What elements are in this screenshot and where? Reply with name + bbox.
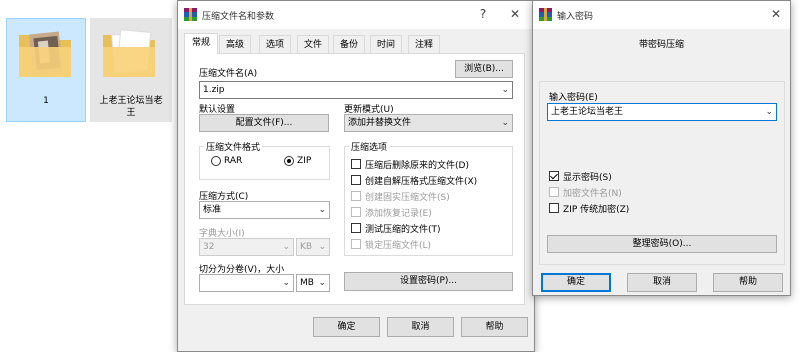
tab-options[interactable]: 选项 (259, 35, 291, 53)
archive-dialog: 压缩文件名和参数 ? ✕ 常规 高级 选项 文件 备份 时间 注释 压缩文件名(… (177, 0, 535, 352)
format-group-label: 压缩文件格式 (204, 140, 263, 153)
sfx-checkbox[interactable] (351, 175, 361, 185)
option-label: 创建固实压缩文件(S) (365, 193, 450, 203)
format-rar-label: RAR (224, 156, 243, 166)
organize-passwords-button[interactable]: 整理密码(O)... (547, 235, 777, 253)
show-password-checkbox[interactable] (549, 171, 559, 181)
option-label: 添加恢复记录(E) (365, 209, 432, 219)
browse-button[interactable]: 浏览(B)... (455, 60, 513, 78)
split-unit-select[interactable]: MB ⌄ (296, 274, 330, 292)
chevron-down-icon: ⌄ (318, 205, 326, 215)
set-password-button[interactable]: 设置密码(P)... (344, 272, 513, 291)
tab-advanced[interactable]: 高级 (219, 35, 251, 53)
password-label: 输入密码(E) (549, 93, 598, 103)
archive-name-label: 压缩文件名(A) (199, 69, 258, 79)
close-icon[interactable]: ✕ (765, 5, 787, 23)
option-label: 测试压缩的文件(T) (365, 225, 441, 235)
dict-size-select: 32 ⌄ (199, 238, 294, 256)
encrypt-names-label: 加密文件名(N) (563, 189, 622, 199)
format-zip-radio[interactable] (284, 156, 294, 166)
password-input[interactable]: 上老王论坛当老王 ⌄ (547, 103, 777, 121)
options-group-label: 压缩选项 (349, 140, 390, 153)
method-select[interactable]: 标准 ⌄ (199, 201, 330, 219)
general-panel: 压缩文件名(A) 浏览(B)... 1.zip ⌄ 默认设置 配置文件(F)..… (184, 53, 525, 305)
zip-legacy-label: ZIP 传统加密(Z) (563, 205, 630, 215)
close-icon[interactable]: ✕ (504, 5, 526, 23)
archive-name-value: 1.zip (203, 85, 225, 95)
chevron-down-icon: ⌄ (318, 242, 326, 252)
encrypt-names-checkbox (549, 187, 559, 197)
profiles-button[interactable]: 配置文件(F)... (199, 114, 329, 132)
chevron-down-icon[interactable]: ⌄ (501, 82, 509, 98)
ok-button[interactable]: 确定 (313, 317, 380, 337)
archive-dialog-titlebar[interactable]: 压缩文件名和参数 ? ✕ (178, 1, 534, 29)
solid-checkbox (351, 191, 361, 201)
file-item-1[interactable]: 1 (6, 18, 86, 122)
option-label: 锁定压缩文件(L) (365, 241, 432, 251)
tab-general[interactable]: 常规 (184, 33, 218, 54)
winrar-icon (539, 8, 552, 21)
tab-time[interactable]: 时间 (370, 35, 402, 53)
folder-icon (19, 31, 71, 77)
cancel-button[interactable]: 取消 (627, 273, 697, 292)
tab-files[interactable]: 文件 (297, 35, 329, 53)
update-mode-select[interactable]: 添加并替换文件 ⌄ (344, 114, 513, 132)
archive-dialog-title: 压缩文件名和参数 (202, 12, 275, 22)
file-item-2[interactable]: 上老王论坛当老王 (90, 18, 172, 122)
help-button[interactable]: 帮助 (461, 317, 528, 337)
file-name: 上老王论坛当老王 (99, 96, 163, 118)
password-heading: 带密码压缩 (638, 40, 684, 50)
folder-icon (103, 29, 155, 77)
tab-comment[interactable]: 注释 (408, 35, 440, 53)
chevron-down-icon: ⌄ (501, 118, 509, 128)
format-rar-radio[interactable] (211, 156, 221, 166)
cancel-button[interactable]: 取消 (387, 317, 454, 337)
dict-unit-select: KB ⌄ (296, 238, 330, 256)
format-zip-label: ZIP (297, 156, 312, 166)
option-label: 压缩后删除原来的文件(D) (365, 161, 469, 171)
show-password-label: 显示密码(S) (563, 173, 612, 183)
chevron-down-icon: ⌄ (282, 242, 290, 252)
help-icon[interactable]: ? (472, 5, 494, 23)
winrar-icon (184, 8, 197, 21)
archive-name-input[interactable]: 1.zip ⌄ (199, 81, 513, 99)
dict-size-value: 32 (203, 242, 215, 252)
zip-legacy-checkbox[interactable] (549, 203, 559, 213)
lock-archive-checkbox (351, 239, 361, 249)
split-size-input[interactable]: ⌄ (199, 274, 294, 292)
file-name: 1 (43, 96, 49, 106)
ok-button[interactable]: 确定 (541, 273, 611, 292)
dict-unit-value: KB (300, 242, 313, 252)
test-archive-checkbox[interactable] (351, 223, 361, 233)
chevron-down-icon[interactable]: ⌄ (282, 275, 290, 291)
password-dialog: 输入密码 ✕ 带密码压缩 输入密码(E) 上老王论坛当老王 ⌄ 显示密码(S) … (532, 0, 791, 296)
chevron-down-icon[interactable]: ⌄ (765, 104, 773, 120)
help-button[interactable]: 帮助 (713, 273, 783, 292)
update-mode-value: 添加并替换文件 (348, 118, 412, 128)
password-dialog-title: 输入密码 (557, 12, 594, 22)
chevron-down-icon: ⌄ (318, 278, 326, 288)
password-dialog-titlebar[interactable]: 输入密码 ✕ (533, 1, 790, 29)
password-value: 上老王论坛当老王 (551, 107, 624, 117)
tab-backup[interactable]: 备份 (333, 35, 365, 53)
method-value: 标准 (203, 205, 222, 215)
delete-after-checkbox[interactable] (351, 159, 361, 169)
option-label: 创建自解压格式压缩文件(X) (365, 177, 478, 187)
split-unit-value: MB (300, 278, 314, 288)
recovery-record-checkbox (351, 207, 361, 217)
